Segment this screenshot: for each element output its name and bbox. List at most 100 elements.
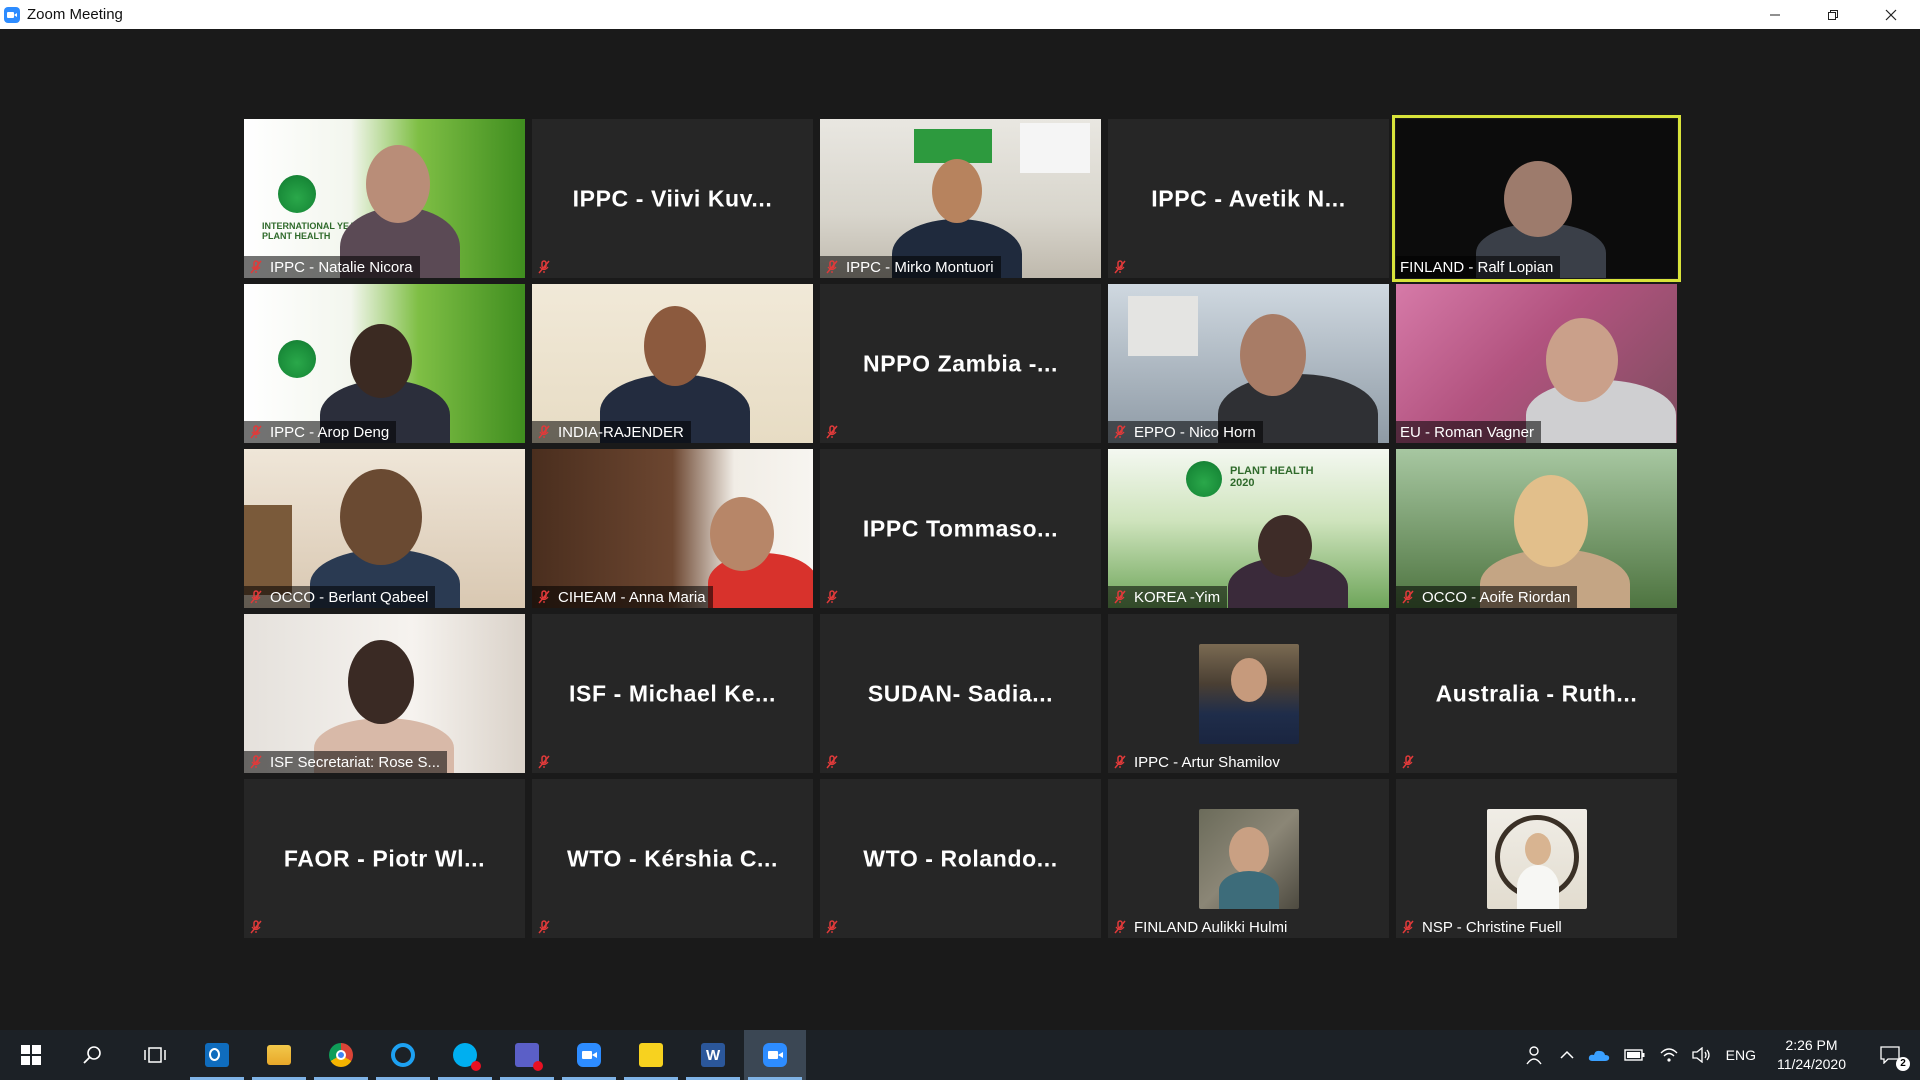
taskbar-app-skype[interactable] [434,1030,496,1080]
people-button[interactable] [1519,1030,1553,1080]
profile-photo [1198,643,1299,744]
participant-tile[interactable]: NSP - Christine Fuell [1396,779,1677,938]
system-tray: ENG 2:26 PM 11/24/2020 2 [1519,1030,1920,1080]
participant-tile[interactable]: SUDAN- Sadia... [820,614,1101,773]
muted-microphone-icon [250,755,262,769]
participant-name: EPPO - Nico Horn [1134,423,1256,441]
show-hidden-icons-button[interactable] [1553,1030,1581,1080]
participant-video [1396,284,1677,443]
input-language-button[interactable]: ENG [1719,1030,1763,1080]
muted-microphone-icon [538,260,550,274]
chrome-icon [329,1043,353,1067]
muted-microphone-icon [1402,755,1414,769]
restore-icon [1828,9,1838,20]
participant-name-label: FINLAND - Ralf Lopian [1396,256,1561,278]
taskbar-app-internet-explorer[interactable] [372,1030,434,1080]
participant-video [1108,284,1389,443]
participant-tile[interactable]: IPPC - Viivi Kuv... [532,119,813,278]
muted-microphone-icon [826,755,838,769]
participant-tile[interactable]: IPPC - Mirko Montuori [820,119,1101,278]
participant-name: KOREA -Yim [1134,588,1221,606]
participant-tile[interactable]: INDIA-RAJENDER [532,284,813,443]
participant-name-label: ISF Secretariat: Rose S... [244,751,448,773]
plant-health-logo [1186,461,1222,497]
participant-name: IPPC - Artur Shamilov [1134,753,1280,771]
minimize-button[interactable] [1746,0,1804,29]
muted-microphone-icon [826,920,838,934]
restore-button[interactable] [1804,0,1862,29]
participant-name-label: CIHEAM - Anna Maria [532,586,713,608]
participant-tile[interactable]: IPPC - Artur Shamilov [1108,614,1389,773]
person-face [1514,475,1588,567]
participant-display-name: FAOR - Piotr Wl... [283,845,486,871]
participant-tile[interactable]: IPPC - Avetik N... [1108,119,1389,278]
taskbar-app-outlook[interactable] [186,1030,248,1080]
taskbar-app-zoom-meeting[interactable] [744,1030,806,1080]
participant-name: INDIA-RAJENDER [558,423,684,441]
participant-tile[interactable]: ISF Secretariat: Rose S... [244,614,525,773]
people-icon [1526,1046,1542,1065]
participant-tile[interactable]: FAOR - Piotr Wl... [244,779,525,938]
participant-tile[interactable]: EU - Roman Vagner [1396,284,1677,443]
clock-time: 2:26 PM [1785,1037,1838,1053]
person-face [932,159,982,223]
participant-display-name: SUDAN- Sadia... [867,680,1054,706]
participant-tile[interactable]: CIHEAM - Anna Maria [532,449,813,608]
plant-health-banner: PLANT HEALTH 2020 [1230,465,1314,489]
skype-icon [453,1043,481,1071]
participant-name: OCCO - Berlant Qabeel [270,588,429,606]
participant-tile[interactable]: EPPO - Nico Horn [1108,284,1389,443]
participant-name-label: IPPC - Mirko Montuori [820,256,1001,278]
participant-tile[interactable]: WTO - Kérshia C... [532,779,813,938]
battery-button[interactable] [1617,1030,1653,1080]
onedrive-button[interactable] [1581,1030,1617,1080]
person-face [1230,657,1267,702]
participant-name-label: FINLAND Aulikki Hulmi [1108,916,1294,938]
taskbar-app-chrome[interactable] [310,1030,372,1080]
taskbar-app-file-explorer[interactable] [248,1030,310,1080]
muted-microphone-icon [1114,755,1126,769]
participant-tile[interactable]: OCCO - Aoife Riordan [1396,449,1677,608]
muted-microphone-icon [1114,920,1126,934]
taskbar-app-zoom[interactable] [558,1030,620,1080]
taskbar-app-word[interactable]: W [682,1030,744,1080]
participant-tile[interactable]: IPPC Tommaso... [820,449,1101,608]
participant-video [1396,449,1677,608]
participant-tile-active-speaker[interactable]: FINLAND - Ralf Lopian [1392,115,1681,282]
action-center-button[interactable]: 2 [1860,1030,1920,1080]
task-view-button[interactable] [124,1030,186,1080]
internet-explorer-icon [391,1043,415,1067]
search-icon [83,1046,101,1064]
network-button[interactable] [1653,1030,1685,1080]
window-controls [1746,0,1920,29]
participant-display-name: IPPC - Viivi Kuv... [572,185,773,211]
person-face [710,497,774,571]
participant-name-label [820,586,853,608]
participant-tile[interactable]: FINLAND Aulikki Hulmi [1108,779,1389,938]
participant-tile[interactable]: PLANT HEALTH 2020 KOREA -Yim [1108,449,1389,608]
participant-display-name: IPPC Tommaso... [862,515,1059,541]
participant-tile[interactable]: IPPC - Arop Deng [244,284,525,443]
search-button[interactable] [62,1030,124,1080]
volume-button[interactable] [1685,1030,1719,1080]
minimize-icon [1770,14,1780,15]
participant-name-label: IPPC - Arop Deng [244,421,397,443]
taskbar-app-sticky-notes[interactable] [620,1030,682,1080]
muted-microphone-icon [826,425,838,439]
participant-tile[interactable]: Australia - Ruth... [1396,614,1677,773]
taskbar-clock[interactable]: 2:26 PM 11/24/2020 [1763,1030,1860,1080]
muted-microphone-icon [250,260,262,274]
participant-name-label: INDIA-RAJENDER [532,421,691,443]
participant-tile[interactable]: NPPO Zambia -... [820,284,1101,443]
participant-tile[interactable]: ISF - Michael Ke... [532,614,813,773]
participant-tile[interactable]: WTO - Rolando... [820,779,1101,938]
taskbar-app-teams[interactable] [496,1030,558,1080]
participant-name-label [532,256,565,278]
start-button[interactable] [0,1030,62,1080]
file-explorer-icon [267,1045,291,1065]
bookshelf [244,505,292,595]
participant-tile[interactable]: OCCO - Berlant Qabeel [244,449,525,608]
participant-display-name: IPPC - Avetik N... [1151,185,1346,211]
close-button[interactable] [1862,0,1920,29]
participant-tile[interactable]: INTERNATIONAL YEAR OF PLANT HEALTH IPPC -… [244,119,525,278]
